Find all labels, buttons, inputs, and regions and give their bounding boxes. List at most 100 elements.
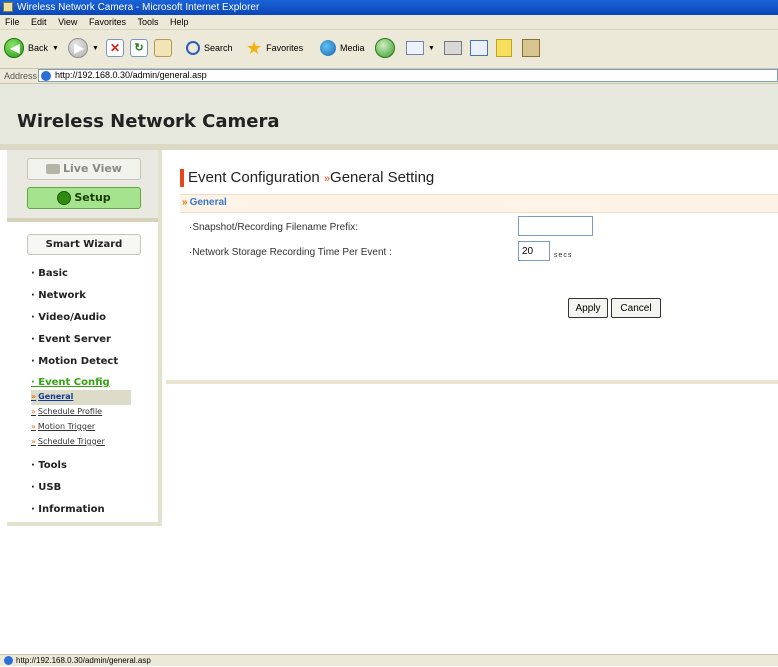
prefix-input[interactable] xyxy=(518,216,593,236)
smart-wizard-button[interactable]: Smart Wizard xyxy=(27,234,141,255)
menu-view[interactable]: View xyxy=(58,17,77,27)
media-button[interactable]: Media xyxy=(320,36,365,60)
sidebar-subitem-schedule-profile[interactable]: » Schedule Profile xyxy=(31,405,161,420)
sidebar-item-network[interactable]: · Network xyxy=(31,288,161,310)
menu-tools[interactable]: Tools xyxy=(137,17,158,27)
window-titlebar: Wireless Network Camera - Microsoft Inte… xyxy=(0,0,778,15)
back-label: Back xyxy=(28,43,49,53)
sidebar-item-video-audio[interactable]: · Video/Audio xyxy=(31,310,161,332)
sidebar-item-event-server[interactable]: · Event Server xyxy=(31,332,161,354)
edit-button[interactable] xyxy=(470,36,488,60)
general-section-label: General xyxy=(189,197,227,208)
page-header: Wireless Network Camera xyxy=(0,84,778,150)
section-chevron-icon: » xyxy=(182,197,188,208)
apply-button[interactable]: Apply xyxy=(568,298,608,318)
mail-button[interactable]: ▼ xyxy=(406,36,435,60)
section-title: Event Configuration »General Setting xyxy=(180,169,435,188)
menu-file[interactable]: File xyxy=(5,17,20,27)
home-icon xyxy=(154,39,172,57)
general-section-header: » General xyxy=(180,194,778,213)
main-content: Event Configuration »General Setting » Ge… xyxy=(166,150,778,384)
recording-time-label: ·Network Storage Recording Time Per Even… xyxy=(189,247,392,258)
setup-icon xyxy=(57,191,72,205)
camera-icon xyxy=(46,164,61,174)
sidebar-item-usb[interactable]: · USB xyxy=(31,480,161,502)
live-view-button[interactable]: Live View xyxy=(27,158,141,180)
mail-dropdown-icon[interactable]: ▼ xyxy=(428,45,435,52)
search-button[interactable]: Search xyxy=(186,36,233,60)
address-input[interactable]: http://192.168.0.30/admin/general.asp xyxy=(38,69,778,82)
sidebar-item-information[interactable]: · Information xyxy=(31,502,161,524)
menu-bar: File Edit View Favorites Tools Help xyxy=(0,15,778,30)
section-subtitle-text: General Setting xyxy=(330,169,435,186)
sidebar-mode-panel: Live View Setup xyxy=(7,150,158,222)
sidebar-subitem-motion-trigger[interactable]: » Motion Trigger xyxy=(31,420,161,435)
sidebar-item-tools[interactable]: · Tools xyxy=(31,458,161,480)
forward-dropdown-icon[interactable]: ▼ xyxy=(92,45,99,52)
sidebar-subitem-label: Schedule Profile xyxy=(37,407,103,416)
forward-button[interactable]: ▶ ▼ xyxy=(68,36,99,60)
home-button[interactable] xyxy=(154,36,172,60)
media-icon xyxy=(320,40,336,56)
menu-help[interactable]: Help xyxy=(170,17,189,27)
sidebar-subitem-schedule-trigger[interactable]: » Schedule Trigger xyxy=(31,435,161,450)
live-view-label: Live View xyxy=(63,162,122,175)
window-title: Wireless Network Camera - Microsoft Inte… xyxy=(17,2,260,13)
sidebar-item-label: Basic xyxy=(38,268,68,279)
stop-button[interactable]: ✕ xyxy=(106,36,124,60)
app-icon xyxy=(3,2,13,12)
menu-edit[interactable]: Edit xyxy=(31,17,47,27)
cancel-button[interactable]: Cancel xyxy=(611,298,661,318)
address-bar: Address http://192.168.0.30/admin/genera… xyxy=(0,69,778,84)
status-bar: http://192.168.0.30/admin/general.asp xyxy=(0,654,778,666)
page-title: Wireless Network Camera xyxy=(17,111,280,132)
refresh-icon: ↻ xyxy=(130,39,148,57)
search-icon xyxy=(186,41,200,55)
history-button[interactable] xyxy=(375,36,395,60)
sidebar-item-label: Event Server xyxy=(38,334,111,345)
prefix-label: ·Snapshot/Recording Filename Prefix: xyxy=(189,222,358,233)
search-label: Search xyxy=(204,43,233,53)
forward-arrow-icon: ▶ xyxy=(68,38,88,58)
sidebar-item-motion-detect[interactable]: · Motion Detect xyxy=(31,354,161,376)
media-label: Media xyxy=(340,43,365,53)
ie-page-icon xyxy=(41,71,51,81)
discuss-button[interactable] xyxy=(496,36,512,60)
ie-status-icon xyxy=(4,656,13,665)
back-dropdown-icon[interactable]: ▼ xyxy=(52,45,59,52)
favorites-label: Favorites xyxy=(266,43,304,53)
mail-icon xyxy=(406,41,424,55)
sidebar-subitem-label: General xyxy=(38,392,74,401)
setup-button[interactable]: Setup xyxy=(27,187,141,209)
note-icon xyxy=(496,39,512,57)
history-icon xyxy=(375,38,395,58)
sidebar-item-label: Tools xyxy=(38,460,67,471)
sidebar-item-basic[interactable]: · Basic xyxy=(31,266,161,288)
sidebar: Live View Setup Smart Wizard · Basic · N… xyxy=(7,150,162,526)
refresh-button[interactable]: ↻ xyxy=(130,36,148,60)
research-button[interactable] xyxy=(522,36,540,60)
setup-label: Setup xyxy=(74,191,111,204)
sidebar-item-label: USB xyxy=(38,482,62,493)
favorites-button[interactable]: ★ Favorites xyxy=(246,36,303,60)
sidebar-subitem-label: Motion Trigger xyxy=(37,422,96,431)
sidebar-item-label: Information xyxy=(38,504,105,515)
menu-favorites[interactable]: Favorites xyxy=(89,17,126,27)
messenger-icon xyxy=(522,39,540,57)
sidebar-subitem-general[interactable]: » General xyxy=(31,390,131,405)
recording-time-input[interactable] xyxy=(518,241,550,261)
sidebar-item-label: Motion Detect xyxy=(38,356,119,367)
back-button[interactable]: ◀ Back ▼ xyxy=(4,36,59,60)
sidebar-item-event-config[interactable]: · Event Config xyxy=(31,376,161,390)
star-icon: ★ xyxy=(246,38,263,58)
print-button[interactable] xyxy=(444,36,462,60)
print-icon xyxy=(444,41,462,55)
sidebar-item-label: Event Config xyxy=(38,377,110,388)
status-text: http://192.168.0.30/admin/general.asp xyxy=(16,656,151,665)
address-label: Address xyxy=(4,71,38,81)
stop-icon: ✕ xyxy=(106,39,124,57)
recording-time-unit: secs xyxy=(554,252,573,259)
sidebar-item-label: Network xyxy=(38,290,86,301)
browser-toolbar: ◀ Back ▼ ▶ ▼ ✕ ↻ Search ★ Favorites Medi… xyxy=(0,30,778,69)
sidebar-menu: · Basic · Network · Video/Audio · Event … xyxy=(31,266,161,524)
